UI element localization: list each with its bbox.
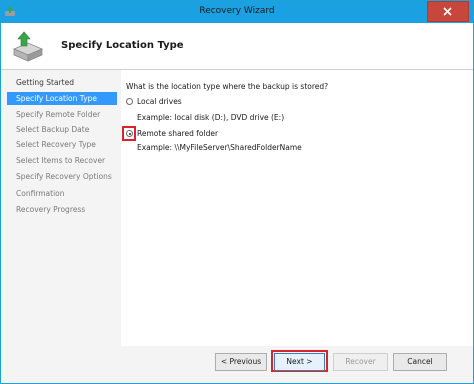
sidebar-item-select-items-to-recover[interactable]: Select Items to Recover: [7, 154, 117, 167]
sidebar-item-specify-location-type[interactable]: Specify Location Type: [7, 92, 117, 105]
window-title: Recovery Wizard: [199, 6, 275, 16]
sidebar-item-select-backup-date[interactable]: Select Backup Date: [7, 123, 117, 136]
recovery-wizard-window: Recovery Wizard Specify Location Type Ge…: [0, 0, 474, 384]
next-button[interactable]: Next >: [274, 353, 325, 371]
sidebar-item-select-recovery-type[interactable]: Select Recovery Type: [7, 138, 117, 151]
sidebar-item-recovery-progress[interactable]: Recovery Progress: [7, 203, 117, 216]
remote-shared-folder-label[interactable]: Remote shared folder: [137, 129, 218, 138]
close-icon: [443, 7, 452, 16]
previous-button[interactable]: < Previous: [215, 353, 267, 371]
cancel-button[interactable]: Cancel: [393, 353, 447, 371]
recover-button[interactable]: Recover: [333, 353, 388, 371]
local-drives-radio[interactable]: [126, 98, 133, 105]
remote-shared-folder-example: Example: \\MyFileServer\SharedFolderName: [137, 143, 302, 152]
local-drives-label[interactable]: Local drives: [137, 97, 182, 106]
close-button[interactable]: [427, 1, 469, 22]
sidebar-item-confirmation[interactable]: Confirmation: [7, 187, 117, 200]
remote-shared-folder-radio[interactable]: [126, 130, 133, 137]
location-type-question: What is the location type where the back…: [126, 82, 329, 91]
server-restore-icon: [12, 31, 44, 62]
sidebar-item-specify-remote-folder[interactable]: Specify Remote Folder: [7, 108, 117, 121]
local-drives-example: Example: local disk (D:), DVD drive (E:): [137, 113, 285, 122]
sidebar-item-getting-started[interactable]: Getting Started: [7, 76, 117, 89]
wizard-header: Specify Location Type: [1, 23, 473, 70]
wizard-content: What is the location type where the back…: [121, 70, 473, 346]
sidebar-item-specify-recovery-options[interactable]: Specify Recovery Options: [7, 170, 117, 183]
page-title: Specify Location Type: [61, 40, 184, 51]
wizard-steps-sidebar: Getting Started Specify Location Type Sp…: [1, 70, 121, 383]
title-bar[interactable]: Recovery Wizard: [1, 1, 473, 23]
